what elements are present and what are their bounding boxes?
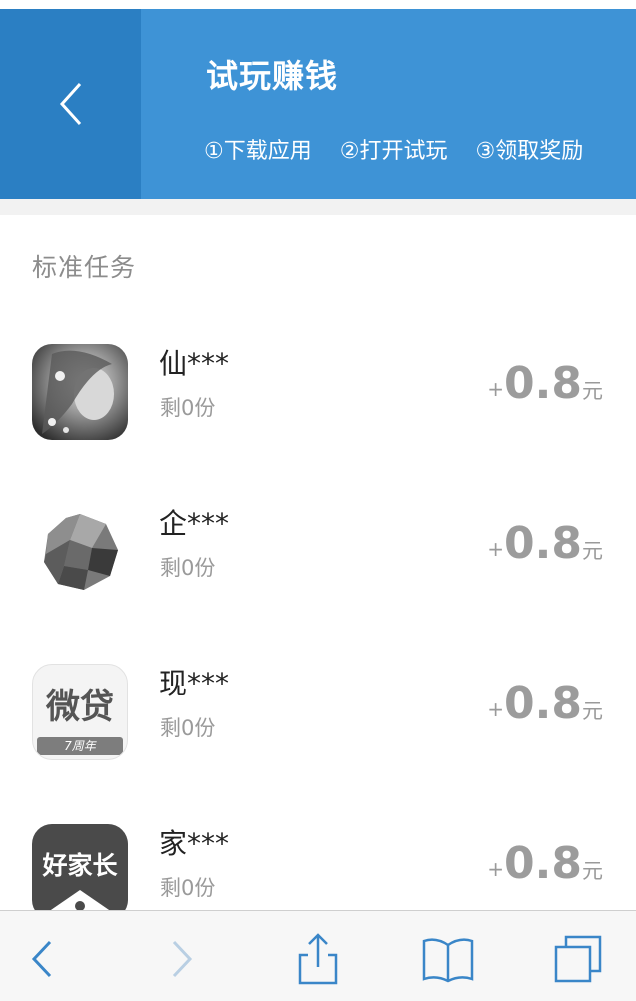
task-row[interactable]: 微贷 7周年 现*** 剩0份 +0.8元 — [0, 640, 636, 800]
task-remaining: 剩0份 — [160, 876, 216, 900]
tabs-icon[interactable] — [548, 929, 608, 989]
reward-unit: 元 — [582, 859, 603, 883]
task-remaining: 剩0份 — [160, 556, 216, 580]
haojiazhang-icon-text: 好家长 — [42, 851, 118, 880]
section-title: 标准任务 — [32, 253, 137, 282]
browser-toolbar — [0, 910, 636, 1001]
back-button[interactable] — [0, 9, 141, 199]
task-name: 仙*** — [159, 347, 230, 380]
reward-amount: 0.8 — [504, 678, 582, 729]
reward-plus: + — [487, 697, 505, 721]
task-reward: +0.8元 — [487, 358, 603, 409]
polygon-sphere-icon — [32, 504, 128, 600]
reward-amount: 0.8 — [504, 358, 582, 409]
task-reward: +0.8元 — [487, 678, 603, 729]
weidai-app-icon: 微贷 7周年 — [32, 664, 128, 760]
task-remaining: 剩0份 — [160, 716, 216, 740]
step-claim: ③领取奖励 — [475, 139, 584, 164]
forward-icon[interactable] — [152, 929, 212, 989]
status-strip — [0, 0, 636, 9]
reward-plus: + — [487, 377, 505, 401]
task-row[interactable]: 仙*** 剩0份 +0.8元 — [0, 320, 636, 480]
task-name: 家*** — [159, 827, 230, 860]
chevron-left-icon — [59, 82, 81, 126]
weidai-icon-text: 微贷 — [46, 687, 114, 727]
reward-amount: 0.8 — [504, 838, 582, 889]
step-download: ①下载应用 — [204, 139, 312, 164]
task-reward: +0.8元 — [487, 518, 603, 569]
task-row[interactable]: 企*** 剩0份 +0.8元 — [0, 480, 636, 640]
page-header: 试玩赚钱 ①下载应用 ②打开试玩 ③领取奖励 — [0, 9, 636, 199]
weidai-badge-text: 7周年 — [64, 739, 96, 753]
reward-plus: + — [487, 537, 505, 561]
reward-unit: 元 — [582, 699, 603, 723]
steps-list: ①下载应用 ②打开试玩 ③领取奖励 — [204, 133, 583, 165]
weidai-badge: 7周年 — [37, 737, 123, 755]
reward-amount: 0.8 — [504, 518, 582, 569]
reward-unit: 元 — [582, 379, 603, 403]
bookmarks-icon[interactable] — [418, 929, 478, 989]
back-icon[interactable] — [12, 929, 72, 989]
reward-unit: 元 — [582, 539, 603, 563]
step-open: ②打开试玩 — [339, 139, 448, 164]
share-icon[interactable] — [288, 929, 348, 989]
section-divider — [0, 199, 636, 215]
task-reward: +0.8元 — [487, 838, 603, 889]
fantasy-game-icon — [32, 344, 128, 440]
task-name: 现*** — [159, 667, 230, 700]
page-title: 试玩赚钱 — [206, 57, 339, 95]
haojiazhang-app-icon: 好家长 — [32, 824, 128, 920]
reward-plus: + — [487, 857, 505, 881]
task-name: 企*** — [159, 507, 230, 540]
task-remaining: 剩0份 — [160, 396, 216, 420]
